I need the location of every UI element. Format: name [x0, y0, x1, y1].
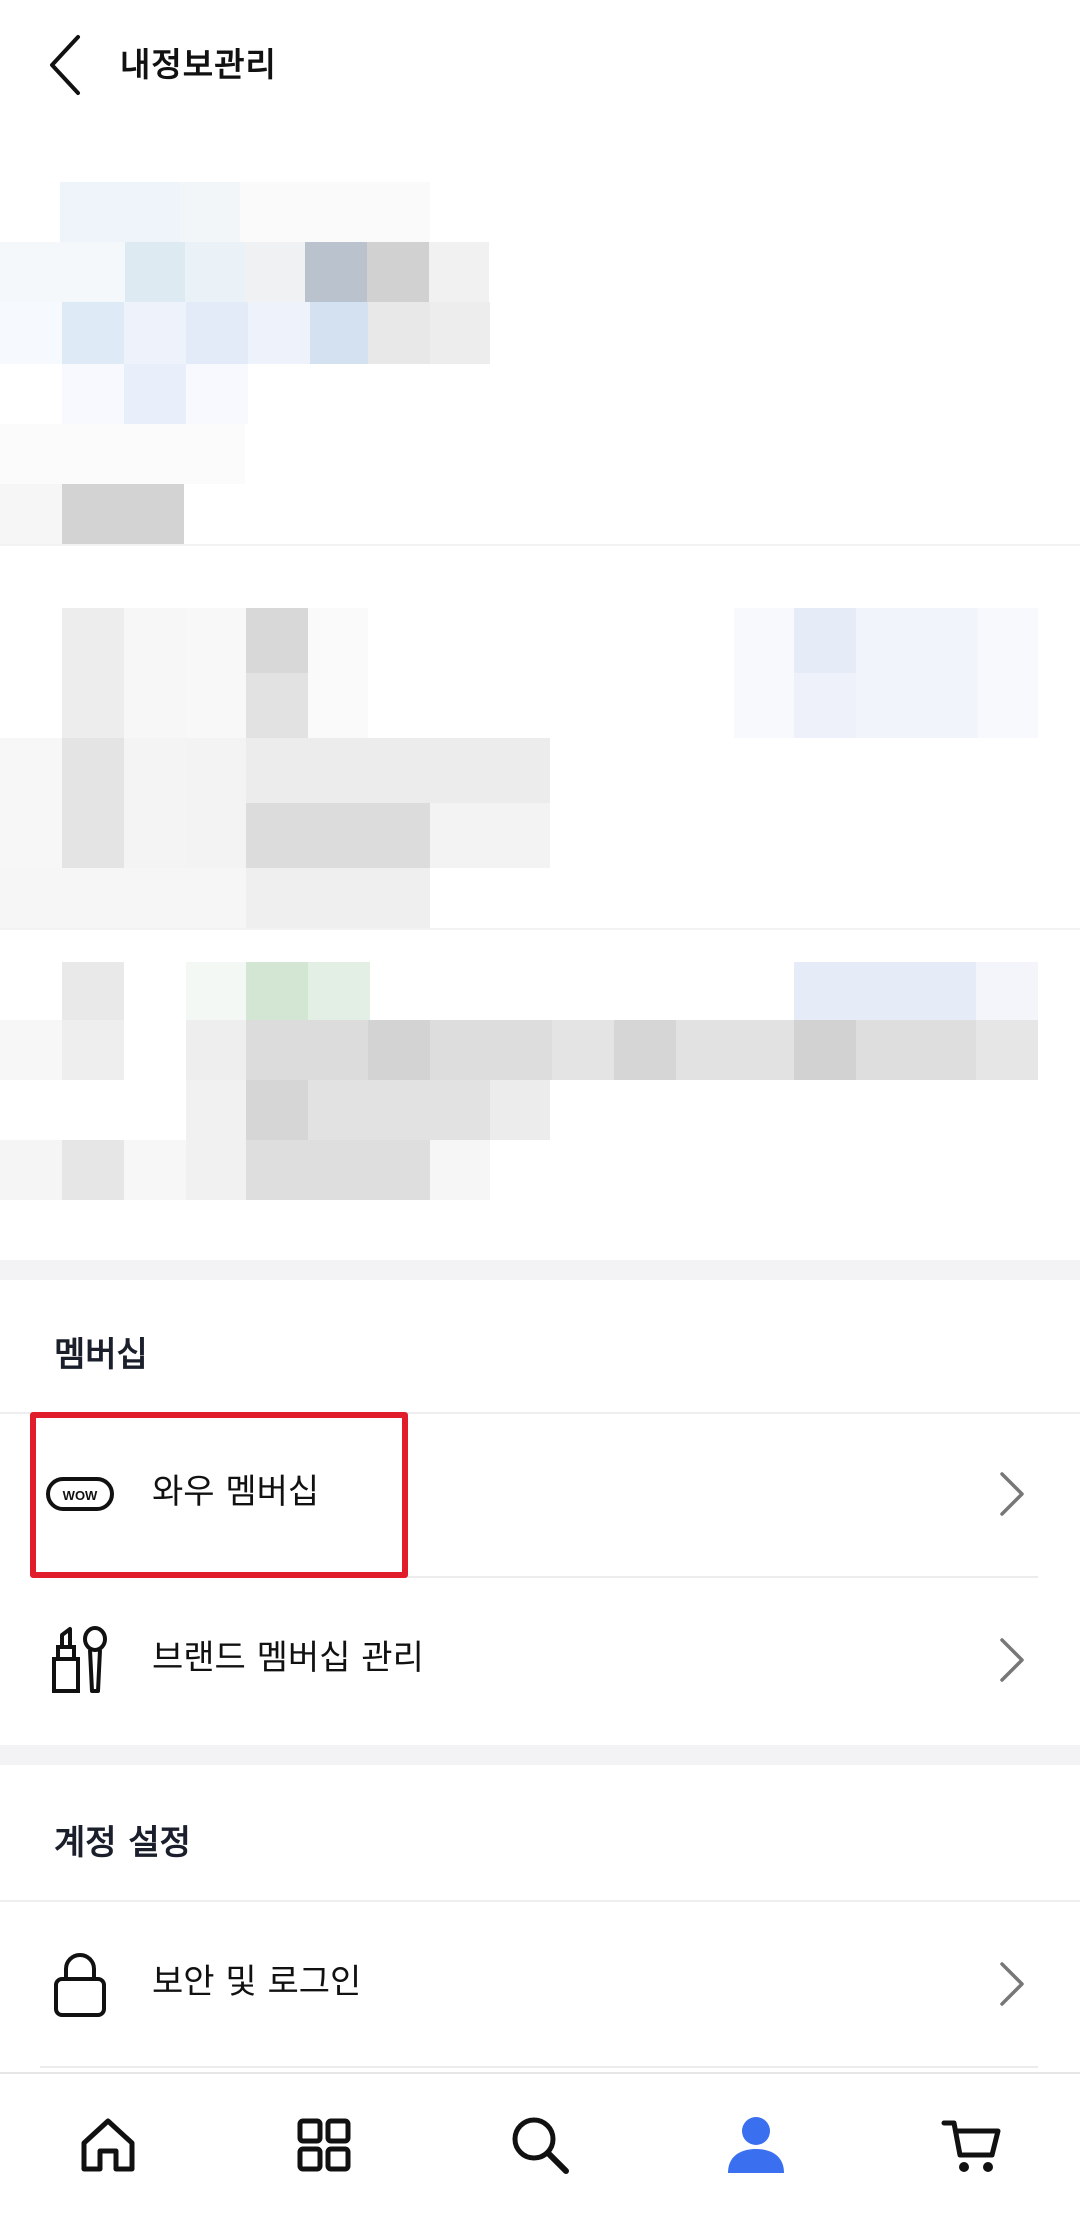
membership-section-title: 멤버십 [54, 1335, 148, 1375]
redacted-profile-info [0, 130, 1080, 1260]
security-login-row[interactable]: 보안 및 로그인 [0, 1902, 1080, 2066]
app-header: 내정보관리 [0, 0, 1080, 130]
nav-search[interactable] [492, 2100, 588, 2190]
brand-membership-label: 브랜드 멤버십 관리 [152, 1638, 424, 1678]
category-grid-icon [297, 2118, 351, 2172]
cosmetics-icon [40, 1618, 120, 1702]
account-section-title: 계정 설정 [54, 1823, 191, 1863]
nav-cart[interactable] [924, 2100, 1020, 2190]
page-title: 내정보관리 [120, 45, 277, 84]
highlight-annotation [30, 1412, 408, 1578]
chevron-left-icon [50, 35, 80, 95]
back-button[interactable] [36, 30, 96, 100]
section-divider [0, 1260, 1080, 1280]
my-profile-icon [728, 2117, 784, 2173]
row-separator [40, 2066, 1038, 2068]
home-icon [81, 2118, 135, 2172]
chevron-right-icon [990, 1462, 1034, 1526]
nav-home[interactable] [60, 2100, 156, 2190]
brand-membership-row[interactable]: 브랜드 멤버십 관리 [0, 1578, 1080, 1742]
chevron-right-icon [990, 1952, 1034, 2016]
security-login-label: 보안 및 로그인 [152, 1962, 362, 2002]
nav-category[interactable] [276, 2100, 372, 2190]
bottom-navigation [0, 2072, 1080, 2217]
nav-my-profile[interactable] [708, 2100, 804, 2190]
search-icon [512, 2117, 569, 2174]
chevron-right-icon [990, 1628, 1034, 1692]
cart-icon [941, 2120, 1001, 2172]
lock-icon [40, 1942, 120, 2026]
section-divider [0, 1745, 1080, 1765]
